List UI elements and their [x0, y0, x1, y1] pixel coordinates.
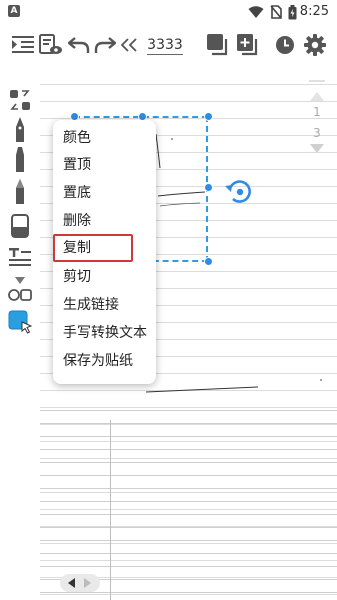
page-down-icon[interactable]: [310, 144, 324, 153]
menu-item-bring-to-front[interactable]: 置顶: [63, 155, 91, 175]
pager-divider: [309, 80, 325, 82]
resize-handle-bottom-right[interactable]: [204, 257, 213, 266]
handwriting-strokes: [145, 133, 322, 393]
next-page-icon[interactable]: [84, 578, 91, 588]
page-scroller: 1 3: [306, 80, 328, 160]
eraser-icon[interactable]: [8, 214, 32, 238]
select-icon[interactable]: [8, 310, 32, 334]
resize-handle-middle-right[interactable]: [204, 183, 213, 192]
context-menu: 颜色 置顶 置底 删除 复制 剪切 生成链接 手写转换文本 保存为贴纸: [53, 120, 156, 384]
menu-item-save-as-sticker[interactable]: 保存为贴纸: [63, 351, 133, 371]
menu-item-cut[interactable]: 剪切: [63, 267, 91, 287]
page-up-icon[interactable]: [310, 92, 324, 101]
previous-page-icon[interactable]: [68, 578, 75, 588]
highlighter-icon[interactable]: [8, 179, 32, 204]
menu-item-send-to-back[interactable]: 置底: [63, 183, 91, 203]
marker-icon[interactable]: [8, 147, 32, 172]
pen-icon[interactable]: [8, 117, 32, 142]
lasso-icon[interactable]: [8, 88, 32, 112]
menu-item-copy[interactable]: 复制: [63, 238, 91, 258]
pager-bottom-number: 3: [313, 126, 321, 140]
rotate-icon[interactable]: [224, 177, 254, 207]
pager-top-number: 1: [313, 105, 321, 119]
menu-item-delete[interactable]: 删除: [63, 211, 91, 231]
resize-handle-top-right[interactable]: [204, 112, 213, 121]
shapes-icon[interactable]: [8, 277, 32, 302]
text-tool-icon[interactable]: [8, 246, 32, 270]
menu-item-color[interactable]: 颜色: [63, 128, 91, 148]
bottom-page-nav: [60, 574, 100, 592]
menu-item-generate-link[interactable]: 生成链接: [63, 295, 119, 315]
menu-item-handwriting-to-text[interactable]: 手写转换文本: [63, 323, 147, 343]
